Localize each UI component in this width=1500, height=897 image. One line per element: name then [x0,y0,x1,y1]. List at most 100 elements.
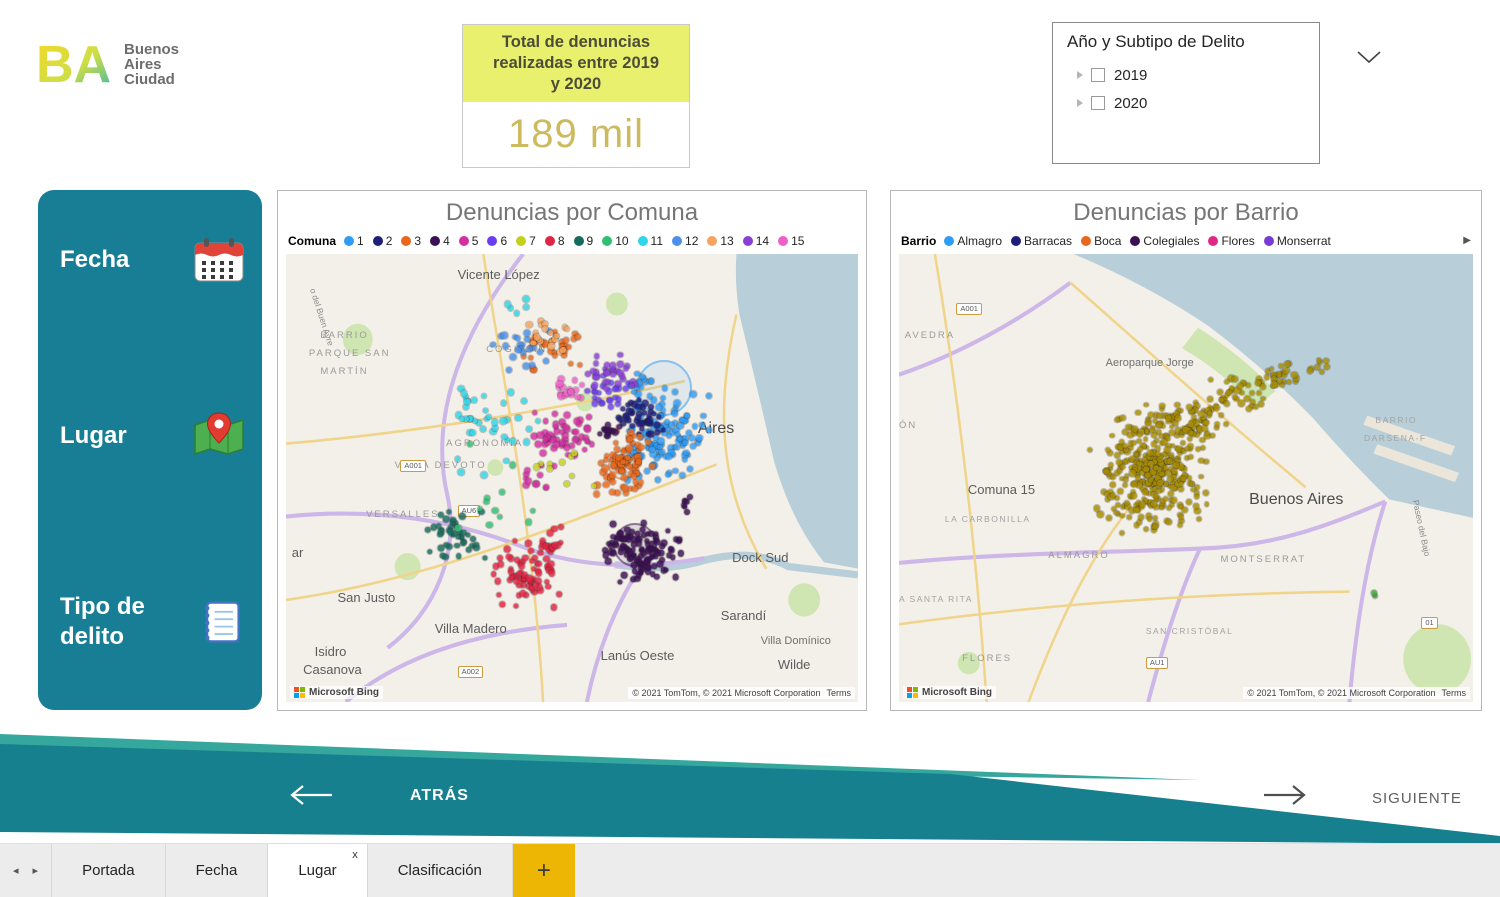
map-canvas-comuna[interactable]: Microsoft Bing © 2021 TomTom, © 2021 Mic… [286,254,858,702]
map-dot [573,429,579,435]
close-icon[interactable]: x [352,849,358,861]
tab-clasificación[interactable]: Clasificación [368,844,513,897]
map-dot [1185,446,1190,451]
svg-text:BA: BA [36,36,111,94]
terms-link[interactable]: Terms [1442,688,1467,698]
map-dot [1256,391,1261,396]
map-dot [572,437,578,443]
map-dot [629,383,635,389]
map-dot [1156,422,1162,428]
legend-scroll-right-icon[interactable]: ▶ [1463,235,1471,246]
expand-icon[interactable] [1077,99,1083,107]
next-button[interactable]: SIGUIENTE [1372,790,1462,807]
tab-next-icon[interactable]: ▸ [33,864,39,877]
legend-item[interactable]: 14 [743,234,769,248]
add-page-button[interactable]: + [513,844,575,897]
map-dot [540,449,547,456]
legend-item[interactable]: 4 [430,234,450,248]
chevron-down-icon[interactable] [1356,50,1382,64]
legend-item[interactable]: 13 [707,234,733,248]
legend-item[interactable]: Boca [1081,234,1121,248]
map-dot [632,569,638,575]
legend-label: 7 [529,234,536,248]
legend-label: Flores [1221,234,1254,248]
map-dot [1160,403,1166,409]
map-dot [1246,383,1251,388]
map-dot [1187,475,1192,480]
bing-logo[interactable]: Microsoft Bing [903,686,996,699]
map-dot [455,457,461,463]
tab-prev-icon[interactable]: ◂ [13,864,19,877]
next-arrow-icon[interactable] [1262,783,1308,807]
sidebar-item-lugar[interactable]: Lugar [60,408,246,464]
map-dot [593,490,600,497]
map-dot [525,477,532,484]
map-dot [672,574,679,581]
legend-comuna: Comuna 123456789101112131415 [288,234,858,248]
legend-dot-icon [373,236,383,246]
map-dot [456,553,462,559]
legend-item[interactable]: 2 [373,234,393,248]
terms-link[interactable]: Terms [827,688,852,698]
legend-item[interactable]: 9 [574,234,594,248]
legend-item[interactable]: 5 [459,234,479,248]
map-canvas-barrio[interactable]: Microsoft Bing © 2021 TomTom, © 2021 Mic… [899,254,1473,702]
sidebar-item-fecha[interactable]: Fecha [60,232,246,288]
map-dot [1110,433,1115,438]
map-dot [473,542,479,548]
back-arrow-icon[interactable] [288,783,334,807]
tab-fecha[interactable]: Fecha [166,844,269,897]
checkbox[interactable] [1091,96,1105,110]
map-dot [1199,458,1205,464]
legend-dot-icon [638,236,648,246]
legend-item[interactable]: 7 [516,234,536,248]
legend-item[interactable]: Colegiales [1130,234,1199,248]
expand-icon[interactable] [1077,71,1083,79]
map-dot [648,431,655,438]
legend-item[interactable]: 11 [638,234,663,248]
legend-item[interactable]: 10 [602,234,628,248]
attribution-text: © 2021 TomTom, © 2021 Microsoft Corporat… [632,688,820,698]
sidebar-item-tipo-delito[interactable]: Tipo de delito [60,582,246,662]
attribution-text: © 2021 TomTom, © 2021 Microsoft Corporat… [1247,688,1435,698]
map-dot [660,427,665,432]
legend-label: 12 [685,234,698,248]
map-dot [1138,514,1144,520]
map-dot [684,509,690,515]
map-dot [1137,483,1143,489]
map-dot [533,464,540,471]
map-dot [1264,374,1270,380]
legend-item[interactable]: 1 [344,234,364,248]
legend-item[interactable]: 12 [672,234,698,248]
map-dot [1261,396,1266,401]
legend-label: 3 [414,234,421,248]
map-dot [569,474,574,479]
map-dot [1186,499,1192,505]
map-dot [1159,433,1164,438]
tab-portada[interactable]: Portada [52,844,166,897]
map-dot [1137,461,1142,466]
map-dot [661,396,666,401]
map-dot [621,572,628,579]
back-button[interactable]: ATRÁS [410,787,469,805]
bing-logo[interactable]: Microsoft Bing [290,686,383,699]
legend-item[interactable]: 6 [487,234,507,248]
checkbox[interactable] [1091,68,1105,82]
map-dot [654,422,661,429]
slicer-item: 2020 [1067,89,1319,117]
tab-lugar[interactable]: Lugarx [268,844,367,897]
map-dot [1157,480,1163,486]
legend-item[interactable]: Almagro [944,234,1002,248]
legend-dot-icon [545,236,555,246]
map-dot [1147,450,1153,456]
legend-item[interactable]: Monserrat [1264,234,1331,248]
legend-item[interactable]: 15 [778,234,804,248]
map-dot [638,444,644,450]
map-dot [1175,415,1181,421]
legend-item[interactable]: Barracas [1011,234,1072,248]
legend-item[interactable]: 8 [545,234,565,248]
sidebar-item-label: Fecha [60,245,129,275]
map-dot [442,515,449,522]
legend-item[interactable]: Flores [1208,234,1254,248]
legend-item[interactable]: 3 [401,234,421,248]
